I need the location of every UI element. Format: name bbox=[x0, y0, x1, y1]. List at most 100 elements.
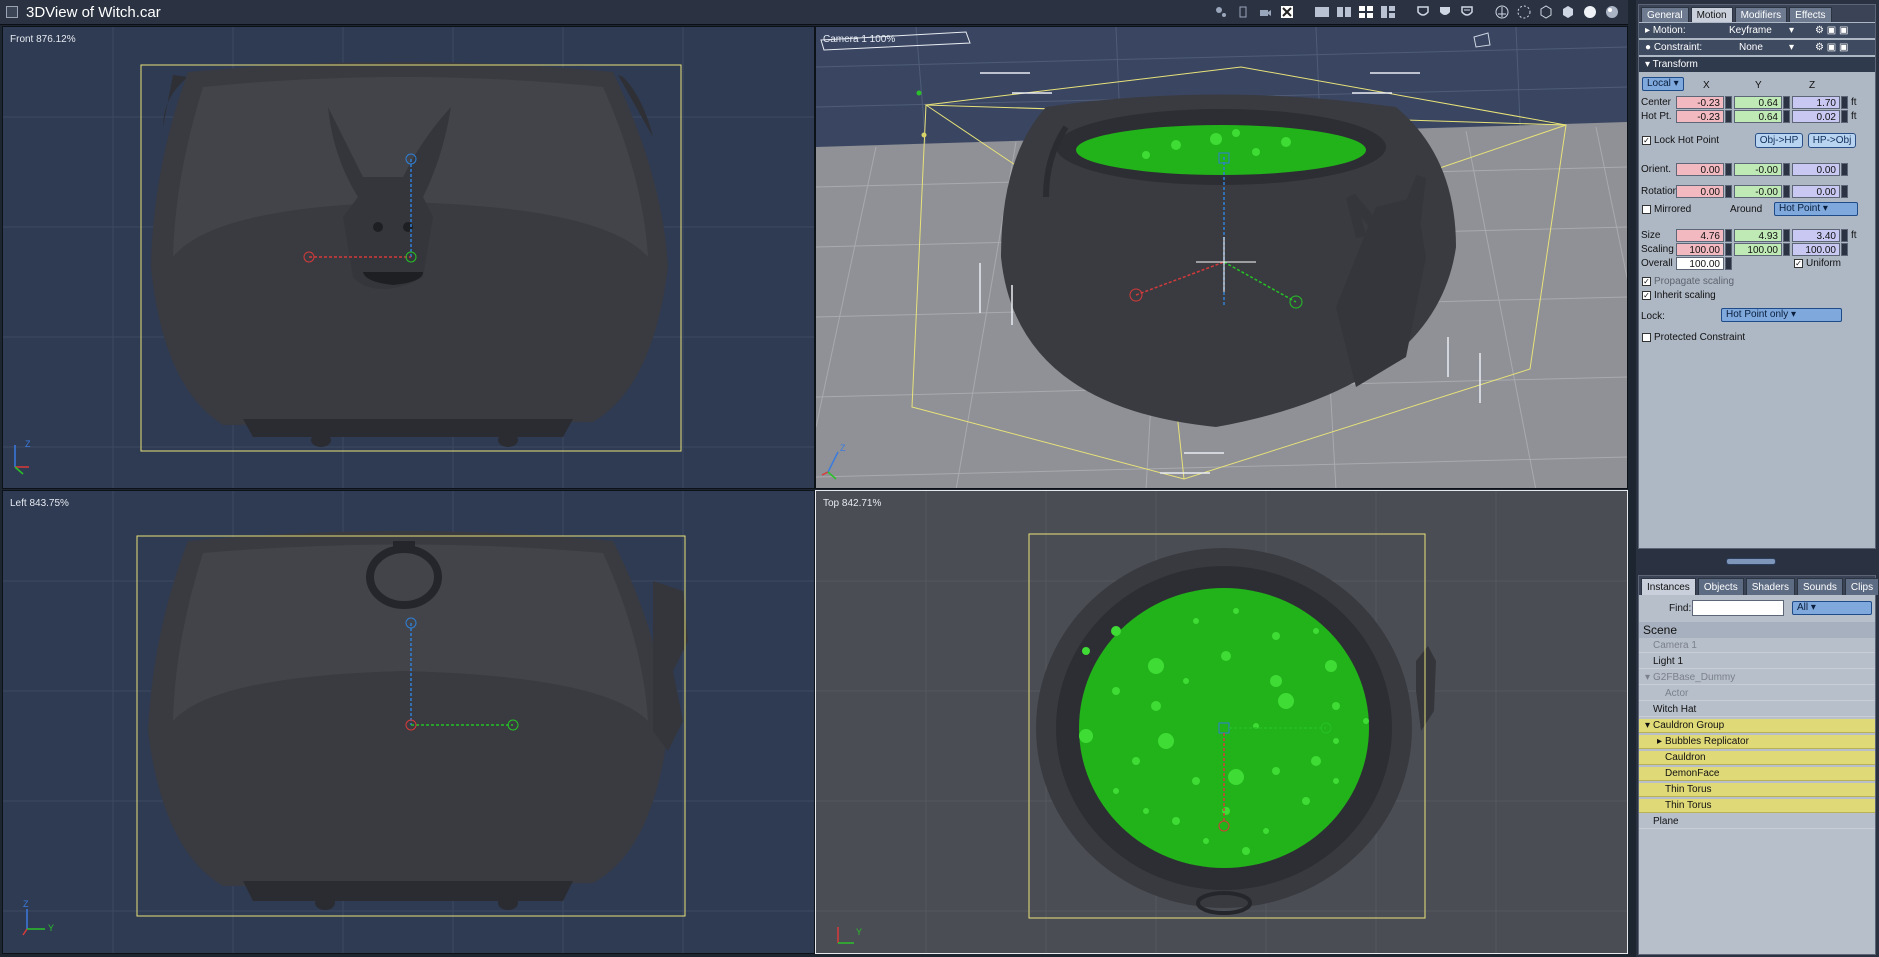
tree-item[interactable]: Light 1 bbox=[1639, 655, 1875, 669]
scaling-y-field[interactable]: 100.00 bbox=[1734, 243, 1782, 256]
inherit-scaling-checkbox[interactable]: ✓ bbox=[1642, 291, 1651, 300]
scaling-x-field[interactable]: 100.00 bbox=[1676, 243, 1724, 256]
tab-instances[interactable]: Instances bbox=[1641, 578, 1696, 595]
overall-field[interactable]: 100.00 bbox=[1676, 257, 1724, 270]
rotation-x-spinner[interactable] bbox=[1725, 185, 1732, 198]
motion-row[interactable]: ▸ Motion: Keyframe ▾ ⚙ ▣ ▣ bbox=[1639, 23, 1875, 38]
hotpt-z-spinner[interactable] bbox=[1841, 110, 1848, 123]
hotpt-y-field[interactable]: 0.64 bbox=[1734, 110, 1782, 123]
display-wire-icon[interactable] bbox=[1493, 3, 1510, 20]
display-textured-icon[interactable] bbox=[1603, 3, 1620, 20]
center-y-spinner[interactable] bbox=[1783, 96, 1790, 109]
shield-three-icon[interactable] bbox=[1458, 3, 1475, 20]
tree-item[interactable]: Cauldron bbox=[1639, 751, 1875, 765]
center-y-field[interactable]: 0.64 bbox=[1734, 96, 1782, 109]
layout-four-icon[interactable] bbox=[1357, 3, 1374, 20]
hotpt-x-spinner[interactable] bbox=[1725, 110, 1732, 123]
tree-item[interactable]: Camera 1 bbox=[1639, 639, 1875, 653]
scaling-x-spinner[interactable] bbox=[1725, 243, 1732, 256]
shield-two-icon[interactable] bbox=[1436, 3, 1453, 20]
size-z-spinner[interactable] bbox=[1841, 229, 1848, 242]
tree-item[interactable]: Witch Hat bbox=[1639, 703, 1875, 717]
propagate-scaling-checkbox[interactable]: ✓ bbox=[1642, 277, 1651, 286]
find-input[interactable] bbox=[1692, 600, 1784, 616]
rotation-y-field[interactable]: -0.00 bbox=[1734, 185, 1782, 198]
viewport-front[interactable]: Z Front 876.12% bbox=[2, 26, 815, 489]
rotation-x-field[interactable]: 0.00 bbox=[1676, 185, 1724, 198]
size-x-field[interactable]: 4.76 bbox=[1676, 229, 1724, 242]
constraint-row[interactable]: ● Constraint: None ▾ ⚙ ▣ ▣ bbox=[1639, 40, 1875, 55]
tree-item[interactable]: DemonFace bbox=[1639, 767, 1875, 781]
center-x-field[interactable]: -0.23 bbox=[1676, 96, 1724, 109]
panel-splitter[interactable] bbox=[1638, 552, 1876, 568]
scene-filter-select[interactable]: All ▾ bbox=[1792, 601, 1872, 615]
transform-header[interactable]: ▾ Transform bbox=[1639, 57, 1875, 72]
hotpt-z-field[interactable]: 0.02 bbox=[1792, 110, 1840, 123]
tree-expanded-icon[interactable]: ▾ bbox=[1639, 719, 1653, 733]
scaling-z-spinner[interactable] bbox=[1841, 243, 1848, 256]
window-close-box[interactable] bbox=[6, 6, 18, 18]
layout-two-icon[interactable] bbox=[1335, 3, 1352, 20]
center-x-spinner[interactable] bbox=[1725, 96, 1732, 109]
hotpt-y-spinner[interactable] bbox=[1783, 110, 1790, 123]
orient-x-spinner[interactable] bbox=[1725, 163, 1732, 176]
viewport-camera[interactable]: Z Camera 1 100% bbox=[815, 26, 1628, 489]
size-y-field[interactable]: 4.93 bbox=[1734, 229, 1782, 242]
display-box-icon[interactable] bbox=[1537, 3, 1554, 20]
lock-select[interactable]: Hot Point only ▾ bbox=[1721, 308, 1842, 322]
orient-z-spinner[interactable] bbox=[1841, 163, 1848, 176]
tab-effects[interactable]: Effects bbox=[1789, 7, 1832, 22]
tree-item[interactable]: ▾ Cauldron Group bbox=[1639, 719, 1875, 733]
shield-one-icon[interactable] bbox=[1414, 3, 1431, 20]
scaling-z-field[interactable]: 100.00 bbox=[1792, 243, 1840, 256]
rotation-z-spinner[interactable] bbox=[1841, 185, 1848, 198]
viewport-top[interactable]: Y Top 842.71% bbox=[815, 490, 1628, 954]
coord-mode-select[interactable]: Local ▾ bbox=[1642, 77, 1684, 91]
tree-item[interactable]: Plane bbox=[1639, 815, 1875, 829]
viewport-left[interactable]: Z Y Left 843.75% bbox=[2, 490, 815, 954]
splitter-grip[interactable] bbox=[1726, 558, 1776, 565]
tab-general[interactable]: General bbox=[1641, 7, 1689, 22]
overall-spinner[interactable] bbox=[1725, 257, 1732, 270]
render-area-icon[interactable] bbox=[1212, 3, 1229, 20]
constraint-extra-icon[interactable]: ⚙ ▣ ▣ bbox=[1815, 40, 1848, 55]
layout-single-icon[interactable] bbox=[1313, 3, 1330, 20]
tab-shaders[interactable]: Shaders bbox=[1745, 578, 1795, 595]
orient-x-field[interactable]: 0.00 bbox=[1676, 163, 1724, 176]
tree-item[interactable]: Thin Torus bbox=[1639, 783, 1875, 797]
scaling-y-spinner[interactable] bbox=[1783, 243, 1790, 256]
display-smooth-icon[interactable] bbox=[1581, 3, 1598, 20]
protected-constraint-checkbox[interactable] bbox=[1642, 333, 1651, 342]
orient-y-spinner[interactable] bbox=[1783, 163, 1790, 176]
display-points-icon[interactable] bbox=[1515, 3, 1532, 20]
tree-expanded-icon[interactable]: ▾ bbox=[1639, 671, 1653, 685]
size-x-spinner[interactable] bbox=[1725, 229, 1732, 242]
lock-hot-point-checkbox[interactable]: ✓ bbox=[1642, 136, 1651, 145]
tree-item[interactable]: ▾ G2FBase_Dummy bbox=[1639, 671, 1875, 685]
camera-drag-icon[interactable] bbox=[1234, 3, 1251, 20]
camera-select-icon[interactable] bbox=[1256, 3, 1273, 20]
tab-motion[interactable]: Motion bbox=[1690, 7, 1733, 22]
center-z-spinner[interactable] bbox=[1841, 96, 1848, 109]
layout-three-icon[interactable] bbox=[1379, 3, 1396, 20]
size-y-spinner[interactable] bbox=[1783, 229, 1790, 242]
scene-root[interactable]: Scene bbox=[1639, 622, 1875, 638]
orient-y-field[interactable]: -0.00 bbox=[1734, 163, 1782, 176]
display-flat-icon[interactable] bbox=[1559, 3, 1576, 20]
hp-to-obj-button[interactable]: HP->Obj bbox=[1808, 133, 1856, 148]
tree-collapsed-icon[interactable]: ▸ bbox=[1639, 735, 1665, 749]
render-icon[interactable] bbox=[1278, 3, 1295, 20]
tree-item[interactable]: ▸ Bubbles Replicator bbox=[1639, 735, 1875, 749]
motion-extra-icon[interactable]: ⚙ ▣ ▣ bbox=[1815, 23, 1848, 38]
orient-z-field[interactable]: 0.00 bbox=[1792, 163, 1840, 176]
size-z-field[interactable]: 3.40 bbox=[1792, 229, 1840, 242]
tab-clips[interactable]: Clips bbox=[1844, 578, 1879, 595]
rotation-z-field[interactable]: 0.00 bbox=[1792, 185, 1840, 198]
hotpt-x-field[interactable]: -0.23 bbox=[1676, 110, 1724, 123]
obj-to-hp-button[interactable]: Obj->HP bbox=[1755, 133, 1803, 148]
tab-modifiers[interactable]: Modifiers bbox=[1734, 7, 1788, 22]
tree-item[interactable]: Thin Torus bbox=[1639, 799, 1875, 813]
tree-item[interactable]: Actor bbox=[1639, 687, 1875, 701]
around-select[interactable]: Hot Point ▾ bbox=[1774, 202, 1858, 216]
tab-sounds[interactable]: Sounds bbox=[1796, 578, 1843, 595]
